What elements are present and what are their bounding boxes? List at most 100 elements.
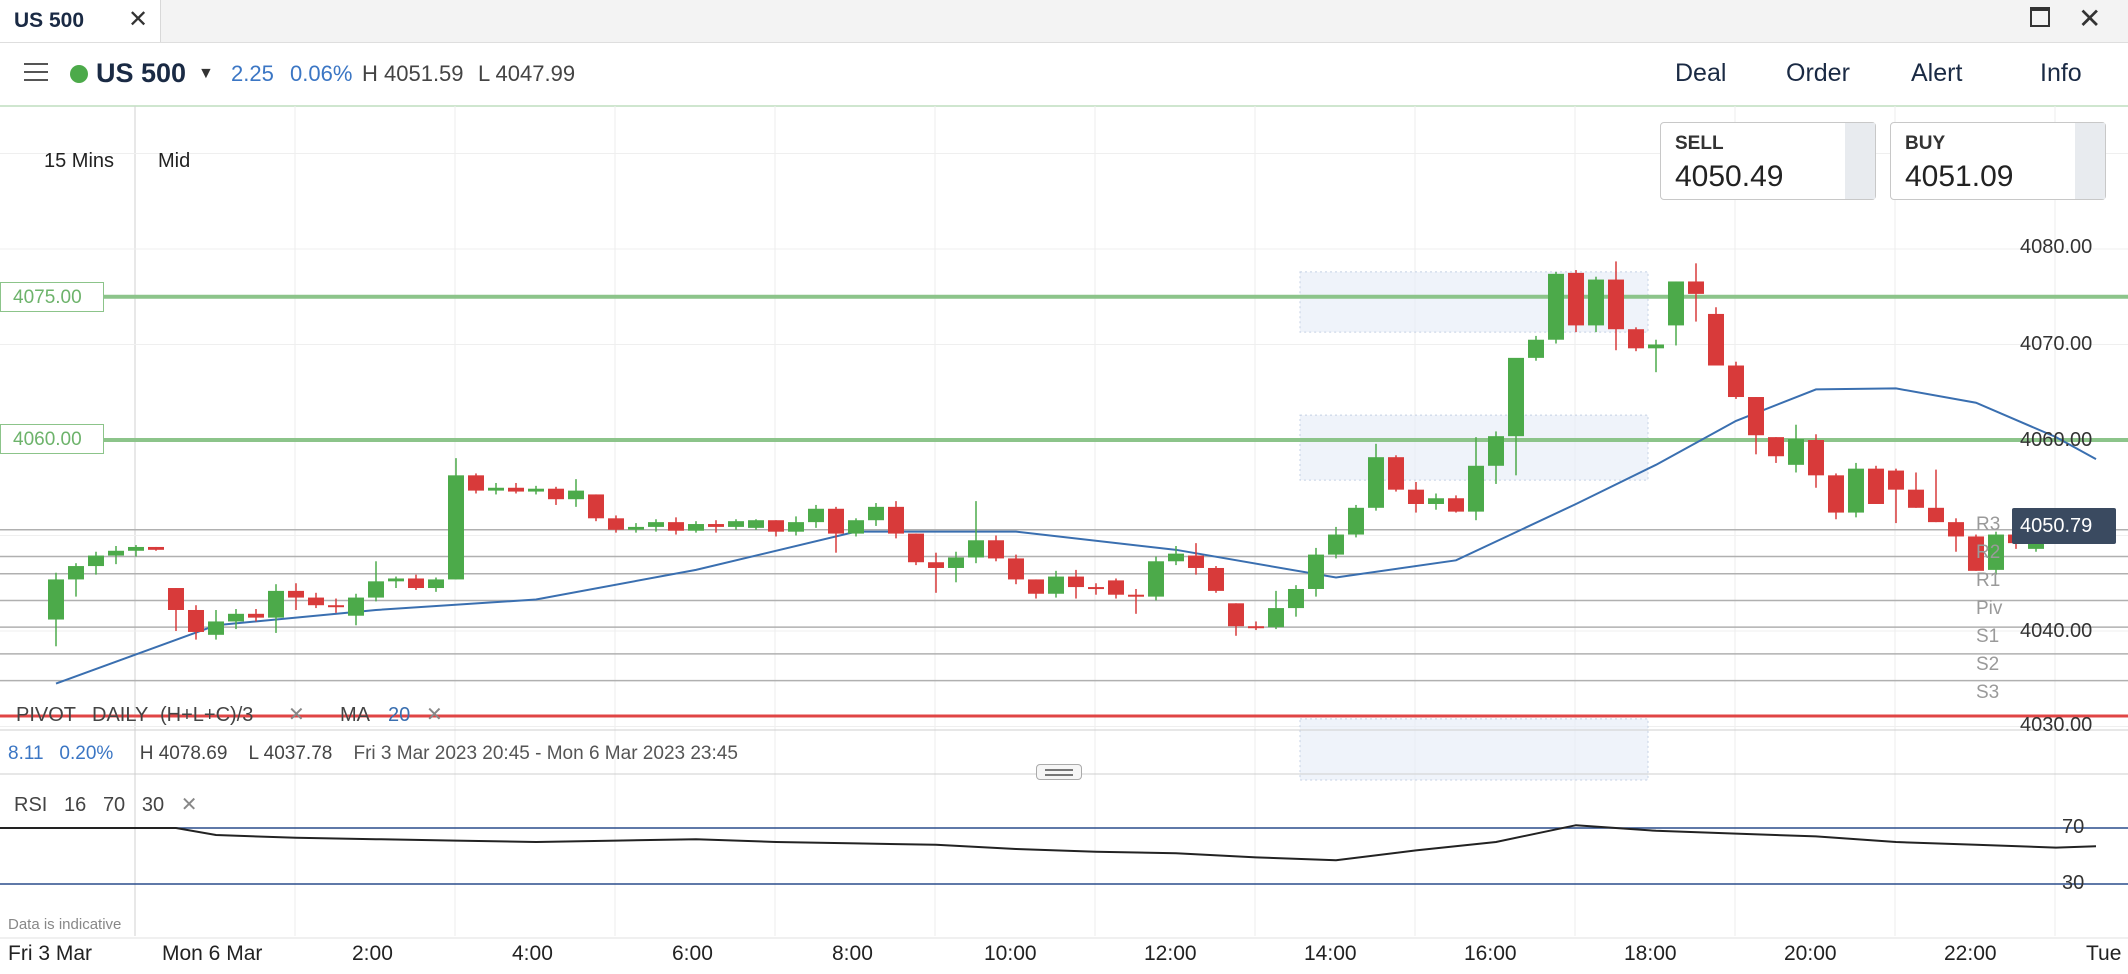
candle-down [1568,272,1584,326]
level-label[interactable]: 4060.00 [0,424,104,454]
time-axis-label: 8:00 [832,942,873,965]
chart-stats: 8.11 0.20% H 4078.69 L 4037.78 Fri 3 Mar… [8,743,738,765]
candle-up [728,521,744,527]
candle-up [1328,534,1344,555]
rsi-axis-label: 30 [2062,872,2085,894]
maximize-icon[interactable] [2030,7,2050,27]
candle-up [1548,273,1564,340]
candle-down [188,609,204,632]
candle-up [948,557,964,568]
candle-down [668,522,684,531]
deal-button[interactable]: Deal [1675,59,1726,88]
window-tab[interactable]: US 500 ✕ [0,0,161,42]
candle-down [1748,397,1764,436]
info-button[interactable]: Info [2040,59,2082,88]
candle-up [1268,608,1284,628]
price-axis-label: 4040.00 [2020,620,2093,642]
remove-ma-icon[interactable]: ✕ [426,702,443,727]
time-axis-label: 2:00 [352,942,393,965]
candle-down [1448,498,1464,512]
range-change-pct: 0.20% [59,743,114,764]
market-name[interactable]: US 500 [96,58,186,89]
candle-down [708,524,724,527]
candle-up [1468,465,1484,512]
chevron-down-icon[interactable]: ▼ [198,65,214,83]
candle-down [908,533,924,563]
candle-up [1048,576,1064,594]
pivot-label-r1: R1 [1976,570,2001,591]
order-button[interactable]: Order [1786,59,1850,88]
close-tab-icon[interactable]: ✕ [128,5,148,34]
alert-button[interactable]: Alert [1911,59,1962,88]
candle-up [488,487,504,491]
rsi-upper: 70 [102,794,126,816]
price-axis-label: 4070.00 [2020,333,2093,355]
candle-up [268,590,284,618]
price-chart[interactable] [0,106,2128,974]
time-axis-label: 22:00 [1944,942,1997,965]
indicator-legend: PIVOT DAILY (H+L+C)/3 ✕ MA 20 ✕ [0,700,460,730]
window-close-icon[interactable]: ✕ [2078,2,2101,35]
remove-pivot-icon[interactable]: ✕ [288,702,305,727]
buy-price: 4051.09 [1905,160,2014,193]
candle-down [1108,580,1124,595]
range-dates: Fri 3 Mar 2023 20:45 - Mon 6 Mar 2023 23… [353,743,738,764]
candle-down [548,488,564,500]
buy-ticket[interactable]: BUY 4051.09 [1890,122,2106,200]
candle-up [228,613,244,622]
pivot-label-r3: R3 [1976,514,2001,535]
pivot-period: DAILY [92,704,149,726]
candle-down [308,597,324,606]
candle-down [1068,576,1084,588]
candle-down [1688,281,1704,294]
candle-up [1428,498,1444,504]
level-label[interactable]: 4075.00 [0,282,104,312]
price-axis-label: 4060.00 [2020,429,2093,451]
candle-up [1488,436,1504,466]
pane-resize-handle[interactable] [1036,764,1082,780]
candle-up [88,555,104,567]
session-high: H 4051.59 [362,61,464,86]
rsi-legend: RSI 16 70 30 ✕ [14,792,198,817]
candle-up [1168,553,1184,562]
ma-indicator-name[interactable]: MA [340,704,370,727]
candle-down [1888,470,1904,490]
candle-up [68,566,84,580]
candle-up [388,578,404,582]
candle-up [808,508,824,523]
candle-up [208,621,224,635]
candle-up [1508,357,1524,437]
price-type-selector[interactable]: Mid [158,150,190,173]
candle-down [988,540,1004,559]
disclaimer: Data is indicative [8,916,122,933]
price-axis-label: 4030.00 [2020,714,2093,736]
rsi-name[interactable]: RSI [14,794,47,816]
candle-up [528,488,544,492]
candle-down [288,590,304,598]
candle-down [1948,522,1964,537]
buy-label: BUY [1905,133,1946,154]
time-axis-label: 18:00 [1624,942,1677,965]
candle-up [688,524,704,531]
candle-up [1648,344,1664,349]
pivot-label-s2: S2 [1976,654,2000,675]
timeframe-selector[interactable]: 15 Mins [44,150,114,173]
time-axis-label: 10:00 [984,942,1037,965]
range-high: H 4078.69 [139,743,228,764]
candle-down [1248,626,1264,629]
candle-up [1348,507,1364,535]
candle-down [408,578,424,589]
pivot-indicator-name[interactable]: PIVOT [16,704,76,727]
candle-down [1008,558,1024,580]
candle-up [128,546,144,551]
candle-up [568,490,584,500]
menu-icon[interactable] [24,63,48,81]
candle-up [1368,457,1384,508]
sell-ticket[interactable]: SELL 4050.49 [1660,122,1876,200]
candle-down [1768,437,1784,457]
candle-up [1788,439,1804,465]
remove-rsi-icon[interactable]: ✕ [181,794,198,816]
candle-up [788,522,804,532]
time-axis-label: 12:00 [1144,942,1197,965]
pivot-label-s1: S1 [1976,626,2000,647]
